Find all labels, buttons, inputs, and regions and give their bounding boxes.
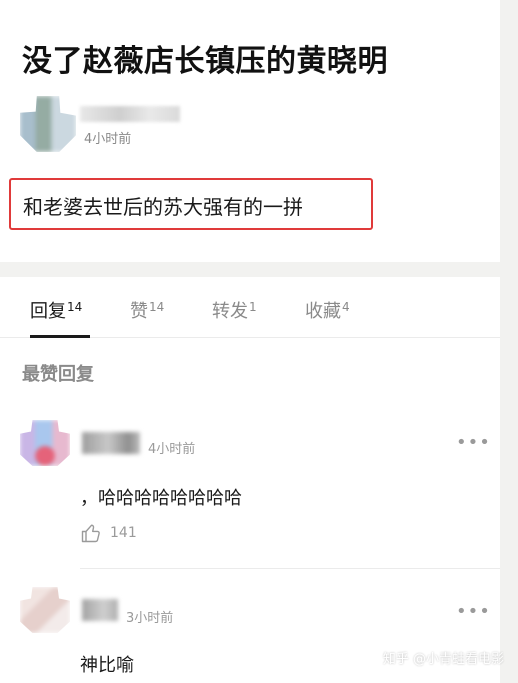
tab-reposts-label: 转发 [212,301,248,322]
tab-reposts[interactable]: 转发1 [212,297,257,323]
post-time: 4小时前 [84,132,132,147]
tab-favorites[interactable]: 收藏4 [305,297,350,323]
comment-author-blurred[interactable] [82,432,140,454]
comments-card: 回复14 赞14 转发1 收藏4 最赞回复 4小时前 ••• ，哈哈哈哈哈哈哈哈 [0,277,500,683]
like-count: 141 [110,525,137,541]
watermark: 知乎 @小青蛙看电影 [382,652,504,667]
section-title: 最赞回复 [22,364,94,385]
tab-replies-count: 14 [67,300,83,314]
comment-author-blurred[interactable] [82,599,118,621]
tab-favorites-count: 4 [342,300,350,314]
tab-replies[interactable]: 回复14 [30,297,82,323]
comment-item: 3小时前 ••• 神比喻 [0,587,500,683]
tab-reposts-count: 1 [249,300,257,314]
tab-likes[interactable]: 赞14 [130,297,164,323]
active-tab-indicator [30,335,90,338]
comment-item: 4小时前 ••• ，哈哈哈哈哈哈哈哈 141 [0,420,500,560]
tab-bar: 回复14 赞14 转发1 收藏4 [0,277,500,338]
thumbs-up-icon [81,524,100,543]
tab-replies-label: 回复 [30,301,66,322]
tab-favorites-label: 收藏 [305,301,341,322]
page: 没了赵薇店长镇压的黄晓明 4小时前 和老婆去世后的苏大强有的一拼 回复14 赞1… [0,0,518,683]
comment-avatar[interactable] [20,587,70,633]
comment-avatar[interactable] [20,420,70,466]
divider [80,568,500,569]
more-options-button[interactable]: ••• [456,601,491,622]
tab-likes-count: 14 [149,300,165,314]
comment-text: ，哈哈哈哈哈哈哈哈 [80,488,242,509]
comment-text: 神比喻 [80,655,134,676]
author-name-blurred[interactable] [80,106,180,122]
more-options-button[interactable]: ••• [456,432,491,453]
tab-likes-label: 赞 [130,301,148,322]
post-card: 没了赵薇店长镇压的黄晓明 4小时前 和老婆去世后的苏大强有的一拼 [0,0,500,262]
comment-time: 4小时前 [148,442,196,457]
like-button[interactable]: 141 [80,522,160,544]
highlight-box: 和老婆去世后的苏大强有的一拼 [9,178,373,230]
comment-time: 3小时前 [126,611,174,626]
avatar[interactable] [20,96,76,152]
post-title: 没了赵薇店长镇压的黄晓明 [22,44,388,79]
post-body: 和老婆去世后的苏大强有的一拼 [23,195,303,219]
author-row: 4小时前 [20,96,280,156]
